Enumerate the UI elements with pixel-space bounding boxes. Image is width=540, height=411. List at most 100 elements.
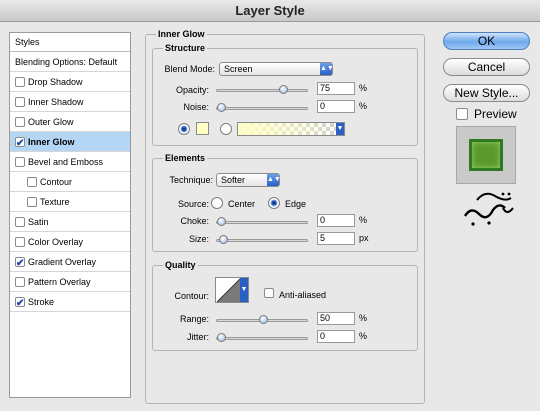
jitter-slider[interactable]	[216, 333, 308, 342]
styles-header[interactable]: Styles	[10, 33, 130, 52]
sidebar-checkbox[interactable]	[15, 117, 25, 127]
sidebar-item-pattern-overlay[interactable]: Pattern Overlay	[10, 272, 130, 292]
blend-mode-label: Blend Mode:	[164, 64, 215, 74]
source-center-label: Center	[228, 199, 256, 209]
source-label: Source:	[177, 199, 209, 209]
opacity-unit: %	[359, 83, 368, 93]
contour-label: Contour:	[174, 291, 209, 301]
source-center-radio[interactable]	[211, 197, 223, 209]
anti-aliased-checkbox[interactable]	[264, 288, 274, 298]
opacity-field[interactable]: 75	[317, 82, 355, 95]
range-slider-thumb[interactable]	[259, 315, 268, 324]
range-field[interactable]: 50	[317, 312, 355, 325]
sidebar-checkbox[interactable]	[15, 97, 25, 107]
noise-unit: %	[359, 101, 368, 111]
source-edge-label: Edge	[285, 199, 307, 209]
sidebar-item-drop-shadow[interactable]: Drop Shadow	[10, 72, 130, 92]
gradient-radio[interactable]	[220, 123, 232, 135]
blending-options-item[interactable]: Blending Options: Default	[10, 52, 130, 72]
sidebar-item-contour[interactable]: Contour	[10, 172, 130, 192]
noise-slider[interactable]	[216, 103, 308, 112]
glow-color-swatch[interactable]	[196, 122, 209, 135]
layer-style-dialog: Layer Style Styles Blending Options: Def…	[0, 0, 540, 411]
sidebar-item-label: Outer Glow	[28, 117, 74, 127]
preview-checkbox[interactable]	[456, 108, 468, 120]
sidebar-item-outer-glow[interactable]: Outer Glow	[10, 112, 130, 132]
preview-swatch	[469, 139, 503, 171]
sidebar-checkbox[interactable]	[15, 294, 25, 314]
sidebar-item-label: Color Overlay	[28, 237, 84, 247]
opacity-slider[interactable]	[216, 85, 308, 94]
sidebar-item-label: Contour	[40, 177, 73, 187]
sidebar-item-texture[interactable]: Texture	[10, 192, 130, 212]
jitter-field[interactable]: 0	[317, 330, 355, 343]
sidebar-item-label: Satin	[28, 217, 49, 227]
technique-select[interactable]: Softer ▲▼	[216, 173, 281, 187]
jitter-label: Jitter:	[186, 332, 209, 342]
sidebar-checkbox[interactable]	[15, 237, 25, 247]
technique-value: Softer	[221, 175, 246, 185]
sidebar-checkbox[interactable]	[15, 77, 25, 87]
sidebar-item-label: Gradient Overlay	[28, 257, 97, 267]
sidebar-checkbox[interactable]	[15, 254, 25, 274]
chevron-updown-icon: ▲▼	[320, 63, 334, 75]
sidebar-item-label: Stroke	[28, 297, 55, 307]
sidebar-checkbox[interactable]	[15, 157, 25, 167]
sidebar-item-label: Inner Shadow	[28, 97, 84, 107]
sidebar-item-bevel-and-emboss[interactable]: Bevel and Emboss	[10, 152, 130, 172]
quality-group: Quality Contour: ▼ Anti-aliased Range: 5…	[152, 260, 418, 351]
technique-label: Technique:	[169, 175, 213, 185]
inner-glow-panel: Inner Glow Structure Blend Mode: Screen …	[145, 29, 430, 408]
sidebar-checkbox[interactable]	[27, 177, 37, 187]
sidebar-item-label: Texture	[40, 197, 70, 207]
choke-unit: %	[359, 215, 368, 225]
opacity-slider-thumb[interactable]	[279, 85, 288, 94]
choke-slider-thumb[interactable]	[217, 217, 226, 226]
blend-mode-select[interactable]: Screen ▲▼	[219, 62, 334, 76]
sidebar-item-label: Pattern Overlay	[28, 277, 91, 287]
new-style-button[interactable]: New Style...	[443, 84, 530, 102]
sidebar-item-satin[interactable]: Satin	[10, 212, 130, 232]
opacity-label: Opacity:	[175, 85, 209, 95]
choke-slider[interactable]	[216, 217, 308, 226]
noise-slider-thumb[interactable]	[217, 103, 226, 112]
noise-label: Noise:	[183, 102, 209, 112]
elements-label: Elements	[163, 153, 208, 163]
sidebar-item-inner-shadow[interactable]: Inner Shadow	[10, 92, 130, 112]
inner-glow-title: Inner Glow	[156, 29, 207, 39]
solid-color-radio[interactable]	[178, 123, 190, 135]
sidebar-item-gradient-overlay[interactable]: Gradient Overlay	[10, 252, 130, 274]
elements-group: Elements Technique: Softer ▲▼ Source: Ce…	[152, 153, 418, 252]
choke-label: Choke:	[180, 216, 209, 226]
sidebar-checkbox[interactable]	[15, 134, 25, 154]
range-slider[interactable]	[216, 315, 308, 324]
styles-sidebar: Styles Blending Options: Default Drop Sh…	[9, 32, 131, 398]
sidebar-checkbox[interactable]	[15, 277, 25, 287]
size-slider-thumb[interactable]	[219, 235, 228, 244]
chevron-updown-icon: ▲▼	[267, 174, 281, 186]
sidebar-checkbox[interactable]	[27, 197, 37, 207]
ok-button[interactable]: OK	[443, 32, 530, 50]
size-field[interactable]: 5	[317, 232, 355, 245]
gradient-picker[interactable]: ▼	[237, 122, 345, 136]
chevron-down-icon: ▼	[336, 123, 344, 135]
sidebar-item-inner-glow[interactable]: Inner Glow	[10, 132, 130, 154]
sidebar-checkbox[interactable]	[15, 217, 25, 227]
anti-aliased-label: Anti-aliased	[279, 290, 327, 300]
jitter-unit: %	[359, 331, 368, 341]
sidebar-item-label: Drop Shadow	[28, 77, 83, 87]
contour-picker[interactable]: ▼	[215, 277, 249, 303]
noise-field[interactable]: 0	[317, 100, 355, 113]
sidebar-item-stroke[interactable]: Stroke	[10, 292, 130, 314]
preview-label: Preview	[474, 107, 517, 121]
sidebar-item-color-overlay[interactable]: Color Overlay	[10, 232, 130, 252]
sidebar-item-label: Inner Glow	[28, 137, 75, 147]
cancel-button[interactable]: Cancel	[443, 58, 530, 76]
structure-label: Structure	[163, 43, 208, 53]
choke-field[interactable]: 0	[317, 214, 355, 227]
size-slider[interactable]	[216, 235, 308, 244]
sidebar-item-label: Bevel and Emboss	[28, 157, 104, 167]
source-edge-radio[interactable]	[268, 197, 280, 209]
jitter-slider-thumb[interactable]	[217, 333, 226, 342]
range-label: Range:	[179, 314, 209, 324]
